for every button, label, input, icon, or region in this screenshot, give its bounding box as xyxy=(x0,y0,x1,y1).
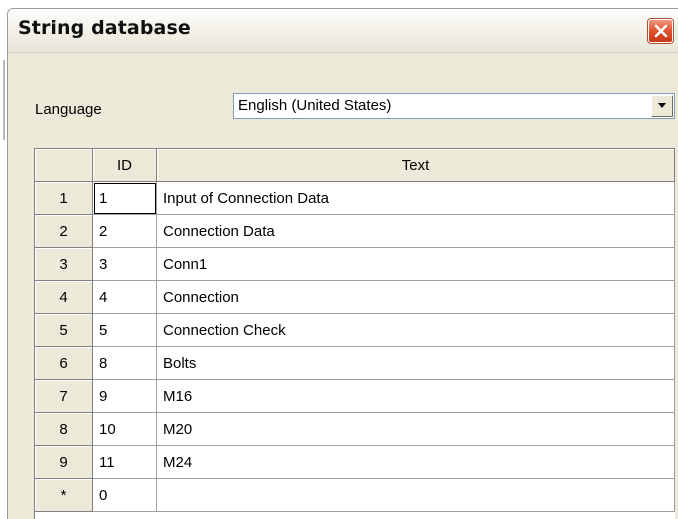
language-selected-value: English (United States) xyxy=(238,97,392,114)
table-row[interactable]: 7 9 M16 xyxy=(35,380,675,413)
table-row[interactable]: 6 8 Bolts xyxy=(35,347,675,380)
header-corner-cell[interactable] xyxy=(35,149,93,182)
table-row[interactable]: 5 5 Connection Check xyxy=(35,314,675,347)
table-row[interactable]: 1 1 Input of Connection Data xyxy=(35,182,675,215)
close-icon xyxy=(654,24,668,38)
id-cell[interactable]: 4 xyxy=(93,281,157,314)
text-cell[interactable]: Connection Check xyxy=(157,314,675,347)
close-button[interactable] xyxy=(648,19,673,43)
table-row[interactable]: 9 11 M24 xyxy=(35,446,675,479)
id-cell[interactable]: 2 xyxy=(93,215,157,248)
text-cell[interactable] xyxy=(157,479,675,512)
id-cell[interactable]: 5 xyxy=(93,314,157,347)
window-title: String database xyxy=(18,17,191,39)
id-cell[interactable]: 10 xyxy=(93,413,157,446)
language-select[interactable]: English (United States) xyxy=(233,93,675,119)
text-cell[interactable]: M20 xyxy=(157,413,675,446)
title-bar[interactable]: String database xyxy=(8,9,678,53)
row-number-cell[interactable]: 4 xyxy=(35,281,93,314)
chevron-down-icon xyxy=(658,103,666,108)
row-number-cell[interactable]: 5 xyxy=(35,314,93,347)
text-cell[interactable]: Connection Data xyxy=(157,215,675,248)
id-cell[interactable]: 11 xyxy=(93,446,157,479)
table-row[interactable]: 3 3 Conn1 xyxy=(35,248,675,281)
table-row[interactable]: 4 4 Connection xyxy=(35,281,675,314)
row-number-cell[interactable]: 8 xyxy=(35,413,93,446)
text-cell[interactable]: Conn1 xyxy=(157,248,675,281)
row-number-cell[interactable]: 3 xyxy=(35,248,93,281)
string-database-dialog: String database Language English (United… xyxy=(7,8,678,519)
row-number-cell[interactable]: 9 xyxy=(35,446,93,479)
table-header-row: ID Text xyxy=(35,149,675,182)
row-number-cell[interactable]: 6 xyxy=(35,347,93,380)
table-row[interactable]: 2 2 Connection Data xyxy=(35,215,675,248)
id-cell[interactable]: 9 xyxy=(93,380,157,413)
id-cell[interactable]: 0 xyxy=(93,479,157,512)
column-header-text[interactable]: Text xyxy=(157,149,675,182)
background-window-edge xyxy=(0,0,7,519)
row-number-cell[interactable]: 2 xyxy=(35,215,93,248)
id-cell[interactable]: 3 xyxy=(93,248,157,281)
column-header-id[interactable]: ID xyxy=(93,149,157,182)
text-cell[interactable]: Input of Connection Data xyxy=(157,182,675,215)
row-number-cell[interactable]: 1 xyxy=(35,182,93,215)
text-cell[interactable]: M16 xyxy=(157,380,675,413)
text-cell[interactable]: M24 xyxy=(157,446,675,479)
row-number-cell[interactable]: 7 xyxy=(35,380,93,413)
text-cell[interactable]: Bolts xyxy=(157,347,675,380)
background-divider xyxy=(3,60,5,140)
id-cell[interactable]: 8 xyxy=(93,347,157,380)
string-table: ID Text 1 1 Input of Connection Data 2 2… xyxy=(34,148,675,519)
id-cell[interactable]: 1 xyxy=(93,182,157,215)
new-row[interactable]: * 0 xyxy=(35,479,675,512)
language-label: Language xyxy=(35,101,102,118)
table-row[interactable]: 8 10 M20 xyxy=(35,413,675,446)
text-cell[interactable]: Connection xyxy=(157,281,675,314)
language-dropdown-button[interactable] xyxy=(651,95,673,117)
new-row-marker[interactable]: * xyxy=(35,479,93,512)
